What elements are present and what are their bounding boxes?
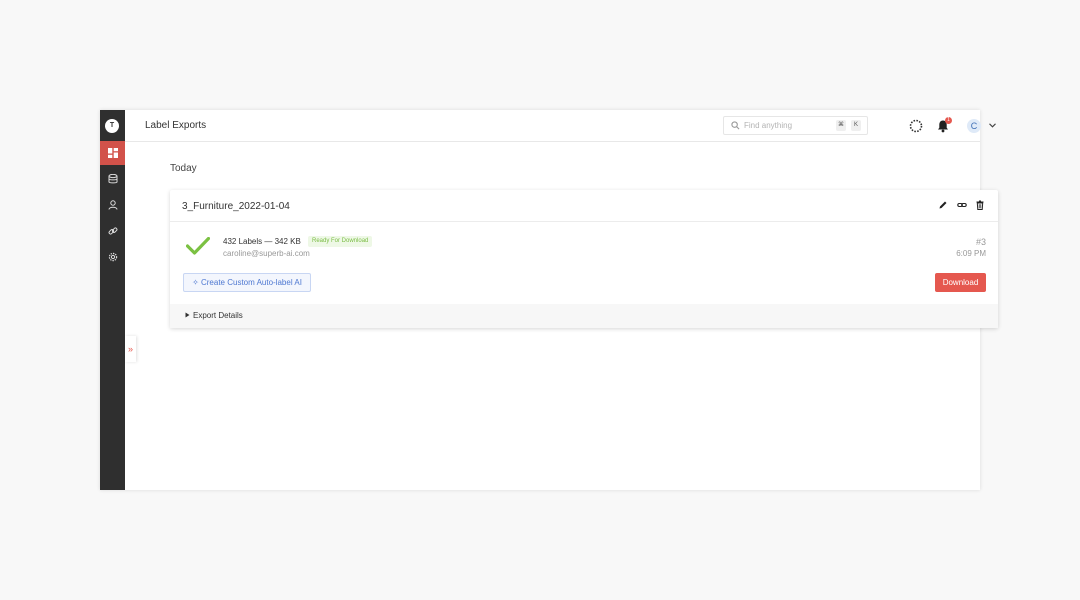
shortcut-k-key: K xyxy=(851,120,861,131)
export-name: 3_Furniture_2022-01-04 xyxy=(182,201,290,212)
export-card: 3_Furniture_2022-01-04 432 Labels — 342 … xyxy=(170,190,998,328)
loading-spinner-icon[interactable] xyxy=(909,119,923,133)
date-group-label: Today xyxy=(170,163,197,174)
sidebar-expand-button[interactable]: » xyxy=(125,336,136,362)
notification-badge: 1 xyxy=(945,117,952,124)
create-auto-label-button[interactable]: ✧ Create Custom Auto-label AI xyxy=(183,273,311,292)
workspace-avatar[interactable]: T xyxy=(105,119,119,133)
export-author-email: caroline@superb-ai.com xyxy=(223,249,310,258)
export-time: 6:09 PM xyxy=(956,249,986,258)
edit-icon[interactable] xyxy=(938,200,948,210)
sidebar-item-users[interactable] xyxy=(100,193,125,217)
database-icon xyxy=(108,174,117,184)
page-title: Label Exports xyxy=(145,120,207,131)
sidebar: T xyxy=(100,110,125,490)
checkmark-icon xyxy=(186,237,210,255)
status-badge: Ready For Download xyxy=(308,236,373,247)
trash-icon[interactable] xyxy=(975,200,985,210)
search-input[interactable]: Find anything ⌘ K xyxy=(723,116,868,135)
export-summary: 432 Labels — 342 KB xyxy=(223,237,301,246)
sidebar-item-dashboard[interactable] xyxy=(100,141,125,165)
sidebar-item-settings[interactable] xyxy=(100,245,125,269)
export-card-header: 3_Furniture_2022-01-04 xyxy=(170,190,998,222)
caret-right-icon xyxy=(185,312,190,318)
dashboard-icon xyxy=(107,148,118,158)
main-content: Today 3_Furniture_2022-01-04 432 Labels … xyxy=(125,141,998,490)
export-number: #3 xyxy=(975,237,986,247)
gear-icon xyxy=(108,252,117,262)
link-icon[interactable] xyxy=(957,200,967,210)
top-bar: Label Exports Find anything ⌘ K 1 C xyxy=(125,110,996,142)
search-placeholder: Find anything xyxy=(744,121,793,130)
sidebar-item-data[interactable] xyxy=(100,167,125,191)
sidebar-item-integrations[interactable] xyxy=(100,219,125,243)
chevron-down-icon[interactable] xyxy=(989,123,996,128)
download-button[interactable]: Download xyxy=(935,273,986,292)
export-details-toggle[interactable]: Export Details xyxy=(170,304,998,328)
app-window: T Label Exports Find anything ⌘ K 1 C To… xyxy=(100,110,998,490)
user-avatar[interactable]: C xyxy=(967,119,981,133)
shortcut-cmd-key: ⌘ xyxy=(836,120,846,131)
search-icon xyxy=(731,121,740,130)
link-icon xyxy=(108,227,117,235)
user-icon xyxy=(108,200,117,210)
export-details-label: Export Details xyxy=(193,311,243,320)
